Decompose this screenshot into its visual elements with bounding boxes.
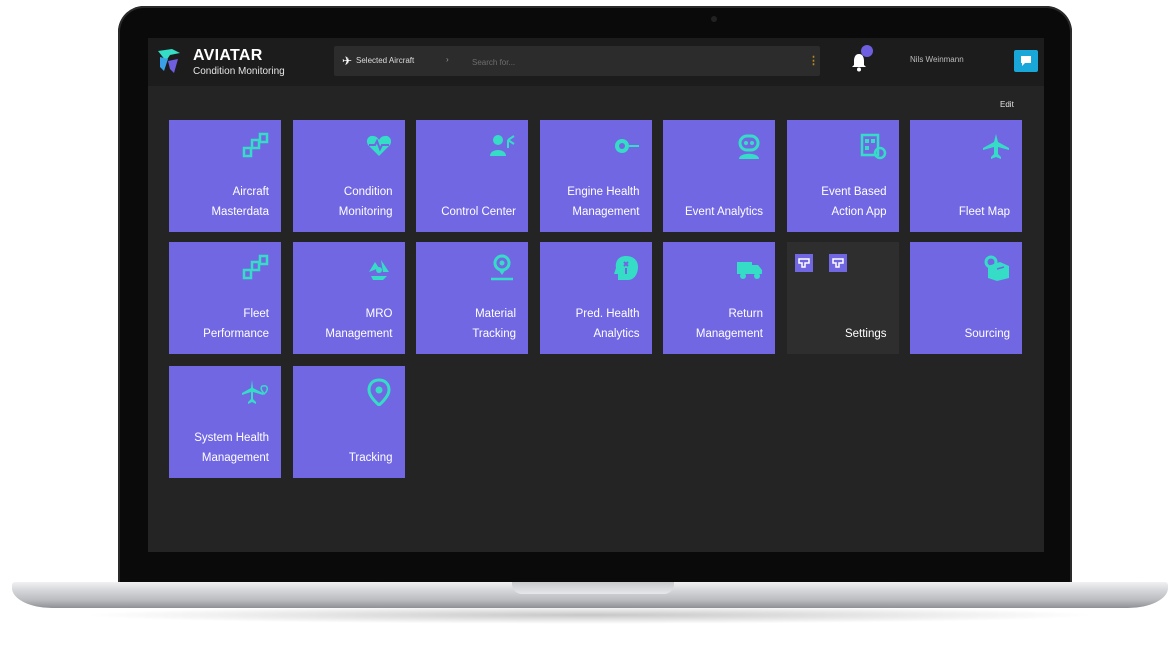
tile-label: Sourcing [965, 324, 1010, 344]
brand-subtitle: Condition Monitoring [193, 66, 285, 77]
tile-settings[interactable]: Settings [786, 242, 899, 354]
nodes-icon [242, 132, 269, 158]
tile-label-line-2: Control Center [441, 206, 516, 218]
truck-icon [737, 262, 762, 279]
tile-label-line-2: Event Analytics [685, 206, 763, 218]
tile-label-line-1: Fleet [243, 308, 269, 320]
checklist-icon [860, 133, 886, 160]
tile-control-center[interactable]: Control Center [416, 120, 528, 232]
tile-tracking[interactable]: Tracking [292, 366, 405, 478]
tile-label-line-2: Management [572, 206, 640, 218]
tile-label-line-2: Masterdata [211, 206, 269, 218]
box-gear-icon [984, 255, 1009, 281]
tile-label-line-2: Performance [203, 328, 269, 340]
tile-label: Pred. Health Analytics [576, 304, 640, 344]
tile-label-line-1: Condition [343, 186, 393, 198]
aviatar-logo-icon[interactable] [156, 47, 182, 75]
tile-label-line-2: Monitoring [338, 206, 393, 218]
tile-label-line-2: Action App [831, 206, 887, 218]
tile-return-management[interactable]: Return Management [663, 242, 775, 354]
laptop-shadow [80, 606, 1100, 624]
tile-label: MRO Management [325, 304, 392, 344]
tile-label-line-2: Settings [844, 328, 887, 340]
user-name[interactable]: Nils Weinmann [910, 55, 964, 64]
tile-label-line-2: Tracking [348, 452, 393, 464]
laptop-notch [512, 582, 674, 594]
engine-icon [614, 139, 639, 153]
tile-label: Event Based Action App [821, 182, 886, 222]
tile-label-line-1: Aircraft [232, 186, 269, 198]
tile-material-tracking[interactable]: Material Tracking [416, 242, 528, 354]
tile-label: Engine Health Management [567, 182, 639, 222]
tile-sourcing[interactable]: Sourcing [910, 242, 1022, 354]
tile-label-line-2: Management [695, 328, 763, 340]
tile-label: Tracking [349, 448, 393, 468]
tile-label-line-1: Return [728, 308, 763, 320]
nodes-icon [242, 254, 269, 280]
chat-icon [1021, 56, 1031, 66]
tile-label-line-1: Pred. Health [575, 308, 640, 320]
tile-aircraft-masterdata[interactable]: Aircraft Masterdata [169, 120, 281, 232]
notification-badge [861, 45, 873, 57]
person-network-icon [490, 135, 515, 156]
tile-label-line-2: Analytics [593, 328, 640, 340]
tile-label: Aircraft Masterdata [211, 182, 269, 222]
settings-icon [831, 258, 844, 268]
app-screen: AVIATAR Condition Monitoring ✈ Selected … [148, 38, 1044, 552]
settings-mini-tile-1[interactable] [794, 254, 813, 272]
tile-label: Control Center [441, 202, 516, 222]
heartbeat-icon [366, 135, 391, 156]
search-input[interactable] [470, 51, 774, 73]
tile-label-line-1: System Health [194, 432, 269, 444]
settings-icon [797, 258, 810, 268]
tile-label: Settings [845, 324, 887, 344]
tile-label-line-1: MRO [365, 308, 393, 320]
chat-button[interactable] [1014, 50, 1038, 72]
tile-label-line-2: Sourcing [964, 328, 1010, 340]
plane-heart-icon [242, 380, 268, 404]
tile-fleet-map[interactable]: Fleet Map [910, 120, 1022, 232]
tile-label-line-2: Management [201, 452, 269, 464]
tile-label: Return Management [696, 304, 763, 344]
tile-fleet-performance[interactable]: Fleet Performance [169, 242, 281, 354]
tile-label: System Health Management [194, 428, 269, 468]
selected-aircraft-label[interactable]: Selected Aircraft [356, 56, 414, 65]
tile-label: Condition Monitoring [339, 182, 393, 222]
aircraft-search-bar: ✈ Selected Aircraft › ⋮ [334, 46, 820, 76]
tile-label-line-2: Fleet Map [958, 206, 1010, 218]
settings-mini-tile-2[interactable] [828, 254, 847, 272]
location-person-icon [491, 254, 513, 281]
chevron-right-icon[interactable]: › [446, 55, 449, 64]
recycle-icon [368, 260, 389, 280]
airplane-icon [983, 134, 1009, 159]
tile-label-line-1: Event Based [821, 186, 887, 198]
robot-icon [738, 134, 760, 159]
tile-event-analytics[interactable]: Event Analytics [663, 120, 775, 232]
tile-system-health-management[interactable]: System Health Management [169, 366, 281, 478]
brand-title: AVIATAR [193, 47, 263, 64]
webcam [711, 16, 717, 22]
tile-pred-health-analytics[interactable]: Pred. Health Analytics [539, 242, 652, 354]
tile-engine-health-management[interactable]: Engine Health Management [539, 120, 652, 232]
tile-label-line-1: Engine Health [567, 186, 640, 198]
map-pin-icon [366, 378, 391, 406]
tile-label-line-2: Management [325, 328, 393, 340]
tile-event-based-action-app[interactable]: Event Based Action App [786, 120, 899, 232]
tile-label: Fleet Performance [203, 304, 269, 344]
tile-label-line-2: Tracking [472, 328, 516, 340]
app-header: AVIATAR Condition Monitoring ✈ Selected … [148, 38, 1044, 86]
tile-mro-management[interactable]: MRO Management [292, 242, 405, 354]
edit-button[interactable]: Edit [1000, 100, 1014, 109]
tile-label: Fleet Map [959, 202, 1010, 222]
tile-condition-monitoring[interactable]: Condition Monitoring [292, 120, 405, 232]
tile-label: Event Analytics [685, 202, 763, 222]
tile-label-line-1: Material [475, 308, 516, 320]
more-options-icon[interactable]: ⋮ [808, 54, 819, 67]
tile-label: Material Tracking [472, 304, 516, 344]
airplane-icon: ✈ [342, 54, 353, 68]
brain-head-icon [613, 256, 638, 280]
